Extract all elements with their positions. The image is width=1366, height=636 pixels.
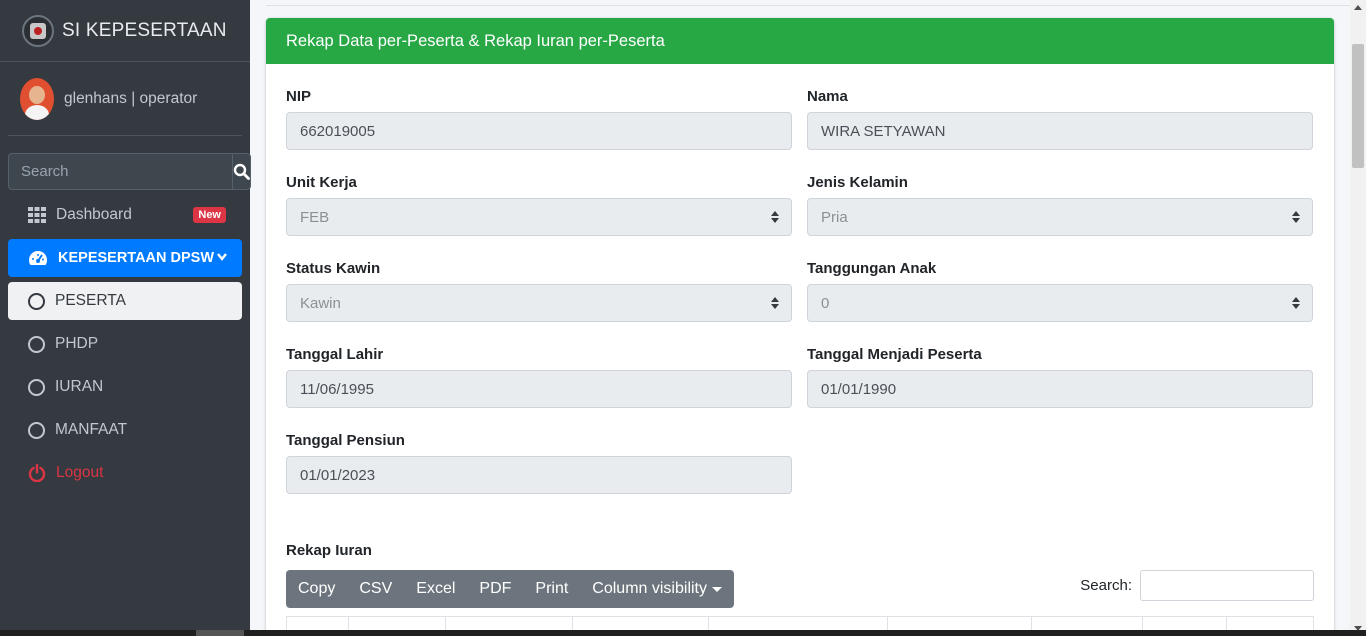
select-arrows-icon [771, 297, 779, 309]
top-divider [266, 5, 1350, 6]
sidebar-item-label: Dashboard [56, 206, 132, 223]
status-kawin-label: Status Kawin [286, 260, 381, 277]
unit-kerja-select[interactable]: FEB [286, 198, 792, 236]
nip-field[interactable]: 662019005 [286, 112, 792, 150]
export-button-group: Copy CSV Excel PDF Print Column visibili… [286, 570, 734, 608]
tanggal-lahir-field-group: Tanggal Lahir 11/06/1995 [286, 346, 792, 408]
select-arrows-icon [1292, 297, 1300, 309]
circle-icon [28, 421, 45, 439]
excel-button[interactable]: Excel [404, 570, 467, 608]
new-badge: New [193, 207, 226, 223]
sidebar-search [8, 153, 251, 190]
table-search-input[interactable] [1140, 570, 1314, 601]
sidebar-item-manfaat[interactable]: MANFAAT [8, 411, 242, 449]
unit-kerja-label: Unit Kerja [286, 174, 357, 191]
sidebar-item-peserta[interactable]: PESERTA [8, 282, 242, 320]
sidebar-item-label: Logout [56, 464, 104, 481]
jenis-kelamin-field-group: Jenis Kelamin Pria [807, 174, 1313, 236]
nama-label: Nama [807, 88, 848, 105]
sidebar-item-iuran[interactable]: IURAN [8, 368, 242, 406]
power-icon [28, 464, 46, 482]
csv-button[interactable]: CSV [347, 570, 404, 608]
tanggal-pensiun-field-group: Tanggal Pensiun 01/01/2023 [286, 432, 792, 494]
search-input[interactable] [8, 153, 232, 190]
tanggungan-anak-value: 0 [821, 294, 830, 312]
status-kawin-value: Kawin [300, 294, 341, 312]
tanggungan-anak-label: Tanggungan Anak [807, 260, 937, 277]
rekap-iuran-title: Rekap Iuran [286, 542, 372, 559]
sidebar-item-phdp[interactable]: PHDP [8, 325, 242, 363]
sidebar-item-label: IURAN [55, 378, 104, 395]
brand-title: SI KEPESERTAAN [62, 19, 227, 41]
jenis-kelamin-label: Jenis Kelamin [807, 174, 908, 191]
print-button[interactable]: Print [523, 570, 580, 608]
scroll-up-icon[interactable] [1354, 5, 1362, 10]
grid-icon [28, 207, 46, 223]
tanggal-lahir-label: Tanggal Lahir [286, 346, 384, 363]
sidebar-item-label: PHDP [55, 335, 99, 352]
card-title: Rekap Data per-Peserta & Rekap Iuran per… [266, 18, 1334, 64]
unit-kerja-field-group: Unit Kerja FEB [286, 174, 792, 236]
sidebar-item-kepesertaan[interactable]: KEPESERTAAN DPSW [8, 239, 242, 277]
main-content: Rekap Data per-Peserta & Rekap Iuran per… [250, 0, 1350, 636]
select-arrows-icon [771, 211, 779, 223]
select-arrows-icon [1292, 211, 1300, 223]
sidebar-item-logout[interactable]: Logout [8, 454, 242, 492]
status-kawin-select[interactable]: Kawin [286, 284, 792, 322]
chevron-down-icon [217, 253, 227, 261]
nip-field-group: NIP 662019005 [286, 88, 792, 150]
circle-icon [28, 292, 45, 310]
nip-label: NIP [286, 88, 312, 105]
sidebar-item-label: KEPESERTAAN DPSW [58, 250, 215, 266]
sidebar: SI KEPESERTAAN glenhans | operator Dashb… [0, 0, 251, 636]
page-scrollbar[interactable] [1350, 0, 1366, 636]
sidebar-nav: Dashboard New KEPESERTAAN DPSW PESERTA P… [0, 196, 250, 492]
status-kawin-field-group: Status Kawin Kawin [286, 260, 792, 322]
brand-link[interactable]: SI KEPESERTAAN [0, 0, 250, 62]
tanggungan-anak-field-group: Tanggungan Anak 0 [807, 260, 1313, 322]
tachometer-icon [29, 251, 47, 265]
table-search-label: Search: [1080, 577, 1132, 594]
scroll-thumb[interactable] [1352, 44, 1364, 168]
sidebar-item-label: PESERTA [55, 292, 126, 309]
column-visibility-label: Column visibility [592, 580, 707, 597]
column-visibility-button[interactable]: Column visibility [580, 570, 734, 608]
user-panel[interactable]: glenhans | operator [8, 62, 242, 136]
nama-field-group: Nama WIRA SETYAWAN [807, 88, 1313, 150]
tanggungan-anak-select[interactable]: 0 [807, 284, 1313, 322]
tanggal-peserta-field-group: Tanggal Menjadi Peserta 01/01/1990 [807, 346, 1313, 408]
caret-down-icon [712, 586, 722, 592]
rekap-card: Rekap Data per-Peserta & Rekap Iuran per… [266, 18, 1334, 636]
brand-logo-icon [22, 14, 54, 47]
tanggal-lahir-field[interactable]: 11/06/1995 [286, 370, 792, 408]
pdf-button[interactable]: PDF [467, 570, 523, 608]
jenis-kelamin-select[interactable]: Pria [807, 198, 1313, 236]
horizontal-scroll-thumb[interactable] [196, 630, 244, 636]
horizontal-scrollbar[interactable] [0, 630, 1366, 636]
copy-button[interactable]: Copy [286, 570, 347, 608]
circle-icon [28, 378, 45, 396]
sidebar-item-label: MANFAAT [55, 421, 128, 438]
sidebar-item-dashboard[interactable]: Dashboard New [8, 196, 242, 234]
table-search: Search: [1080, 570, 1314, 601]
nama-field[interactable]: WIRA SETYAWAN [807, 112, 1313, 150]
tanggal-pensiun-label: Tanggal Pensiun [286, 432, 405, 449]
tanggal-peserta-label: Tanggal Menjadi Peserta [807, 346, 982, 363]
unit-kerja-value: FEB [300, 208, 330, 226]
user-name: glenhans | operator [64, 89, 198, 107]
tanggal-pensiun-field[interactable]: 01/01/2023 [286, 456, 792, 494]
tanggal-peserta-field[interactable]: 01/01/1990 [807, 370, 1313, 408]
circle-icon [28, 335, 45, 353]
jenis-kelamin-value: Pria [821, 208, 848, 226]
avatar [20, 77, 54, 120]
search-button[interactable] [232, 153, 251, 190]
search-icon [233, 163, 250, 180]
